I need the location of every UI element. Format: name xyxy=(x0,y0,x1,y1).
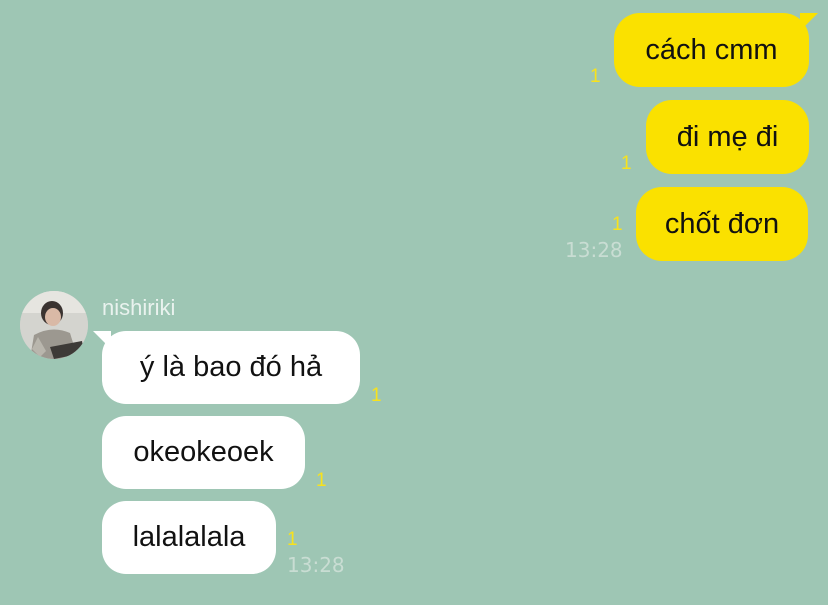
outgoing-message[interactable]: chốt đơn xyxy=(636,187,808,261)
unread-count: 1 xyxy=(371,385,382,406)
incoming-message[interactable]: lalalalala xyxy=(102,501,276,574)
message-timestamp: 13:28 xyxy=(287,553,345,577)
unread-count: 1 xyxy=(621,153,632,174)
message-text: okeokeoek xyxy=(133,436,274,468)
bubble-tail xyxy=(800,13,818,31)
message-text: chốt đơn xyxy=(664,207,780,240)
message-text: đi mẹ đi xyxy=(676,120,779,153)
unread-count: 1 xyxy=(287,529,298,550)
bubble-tail xyxy=(93,331,111,349)
message-text: cách cmm xyxy=(645,33,778,66)
outgoing-message[interactable]: cách cmm xyxy=(614,13,818,87)
unread-count: 1 xyxy=(612,214,623,235)
unread-count: 1 xyxy=(316,470,327,491)
unread-count: 1 xyxy=(590,66,601,87)
profile-photo-icon xyxy=(20,291,88,359)
message-text: ý là bao đó hả xyxy=(139,351,323,383)
incoming-message[interactable]: ý là bao đó hả xyxy=(93,331,360,404)
avatar[interactable] xyxy=(20,291,88,359)
sender-name: nishiriki xyxy=(102,295,176,320)
incoming-message[interactable]: okeokeoek xyxy=(102,416,305,489)
message-timestamp: 13:28 xyxy=(565,238,623,262)
outgoing-message[interactable]: đi mẹ đi xyxy=(646,100,809,174)
message-text: lalalalala xyxy=(132,521,246,553)
